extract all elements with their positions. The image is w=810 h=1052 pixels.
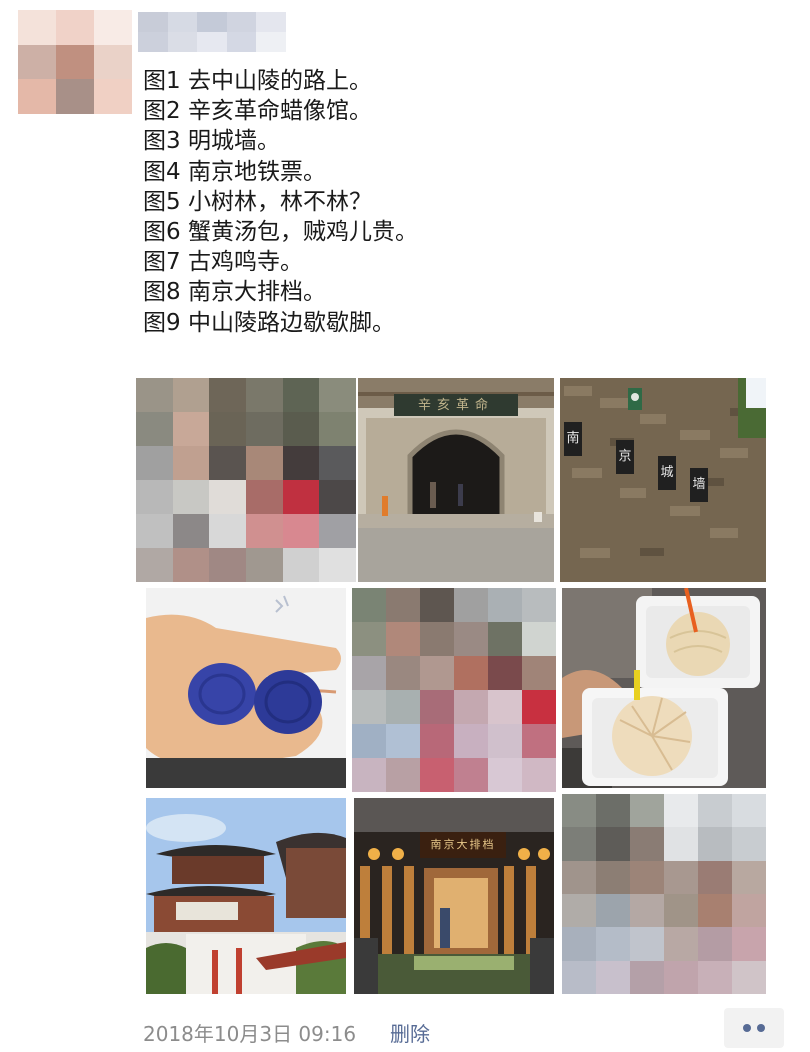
photo-3[interactable]: 南 京 城 墙 — [560, 378, 766, 582]
subway-tokens-illustration — [146, 588, 346, 788]
soup-dumplings-illustration — [562, 588, 766, 788]
delete-link[interactable]: 删除 — [390, 1018, 430, 1047]
wall-sign-char: 京 — [616, 440, 634, 474]
avatar[interactable] — [18, 10, 132, 114]
caption-line: 图9 中山陵路边歇歇脚。 — [143, 309, 395, 336]
photo-2[interactable]: 辛亥革命 — [358, 378, 554, 582]
wall-sign-char: 城 — [658, 456, 676, 490]
photo-5[interactable] — [352, 588, 556, 792]
gate-plaque-text: 辛亥革命 — [417, 398, 494, 413]
restaurant-sign-text: 南京大排档 — [430, 838, 496, 851]
photo-9[interactable] — [562, 794, 766, 994]
photo-7[interactable] — [146, 798, 346, 994]
caption-line: 图1 去中山陵的路上。 — [143, 68, 372, 94]
more-dot-icon — [743, 1024, 751, 1032]
photo-4[interactable] — [146, 588, 346, 788]
restaurant-storefront-illustration — [354, 798, 554, 994]
wall-sign-char: 南 — [564, 422, 582, 456]
caption-line: 图3 明城墙。 — [143, 128, 280, 155]
photo-1[interactable] — [136, 378, 356, 582]
post-text: 图1 去中山陵的路上。 图2 辛亥革命蜡像馆。 图3 明城墙。 图4 南京地铁票… — [143, 66, 763, 338]
caption-line: 图6 蟹黄汤包，贼鸡儿贵。 — [143, 219, 418, 246]
jiming-temple-illustration — [146, 798, 346, 994]
more-dot-icon — [757, 1024, 765, 1032]
caption-line: 图4 南京地铁票。 — [143, 158, 326, 185]
post-timestamp: 2018年10月3日 09:16 — [143, 1022, 357, 1046]
wall-sign-char: 墙 — [690, 468, 708, 502]
comment-like-button[interactable] — [724, 1008, 784, 1048]
caption-line: 图7 古鸡鸣寺。 — [143, 249, 303, 276]
caption-line: 图5 小树林，林不林？ — [143, 188, 372, 215]
photo-8[interactable]: 南京大排档 — [354, 798, 554, 994]
photo-grid: 辛亥革命 南 京 城 墙 南京大排档 — [136, 378, 766, 994]
caption-line: 图8 南京大排档。 — [143, 279, 326, 306]
photo-6[interactable] — [562, 588, 766, 788]
caption-line: 图2 辛亥革命蜡像馆。 — [143, 98, 372, 125]
username[interactable] — [138, 12, 286, 52]
